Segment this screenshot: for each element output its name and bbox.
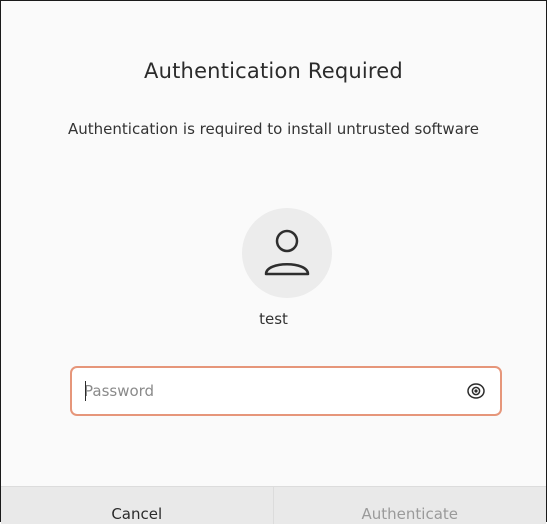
password-field[interactable] <box>70 366 502 416</box>
avatar <box>242 208 332 298</box>
authenticate-button-label: Authenticate <box>361 504 459 523</box>
cancel-button[interactable]: Cancel <box>1 487 274 524</box>
dialog-title: Authentication Required <box>144 59 403 83</box>
password-input[interactable] <box>84 368 454 414</box>
user-silhouette-icon <box>264 229 310 276</box>
eye-icon[interactable] <box>466 381 486 401</box>
dialog-button-bar: Cancel Authenticate <box>1 486 546 524</box>
username-label: test <box>259 310 288 328</box>
authenticate-button[interactable]: Authenticate <box>274 487 547 524</box>
authentication-dialog: Authentication Required Authentication i… <box>0 0 547 524</box>
dialog-message: Authentication is required to install un… <box>68 120 479 138</box>
cancel-button-label: Cancel <box>111 504 163 523</box>
text-caret <box>85 381 86 401</box>
